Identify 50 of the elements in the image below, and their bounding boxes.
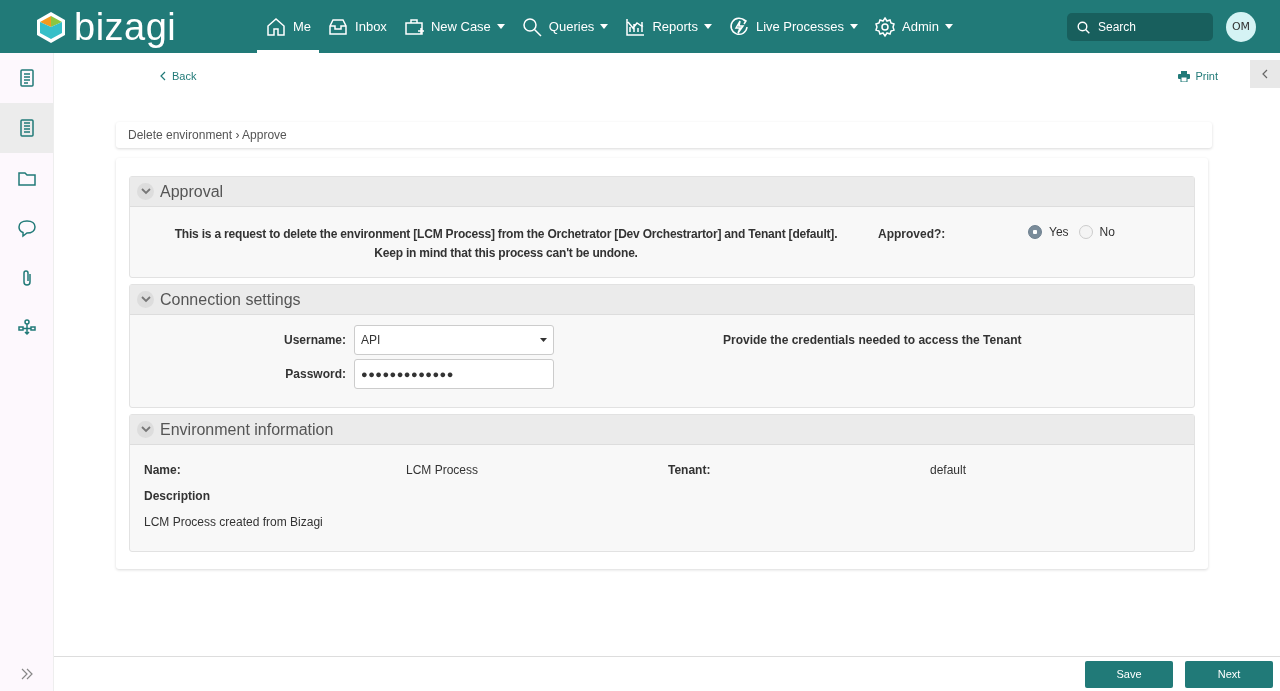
back-link[interactable]: Back [160, 68, 197, 84]
request-message: This is a request to delete the environment [LCM Process] from the Orchetrator [Dev Orchestrartor] and Tenant [default]. Keep in mind that this process can't be undone. [173, 226, 839, 262]
nav-tab[interactable]: Reports [616, 0, 720, 53]
field-label: Approved?: [878, 227, 947, 241]
field-label: Name: [144, 463, 182, 477]
collapse-panel-button[interactable] [1250, 60, 1280, 88]
lightning-icon [727, 15, 750, 38]
radio-option[interactable]: No [1078, 225, 1115, 239]
field-label: Username: [282, 333, 346, 347]
caret-icon [540, 338, 547, 342]
field-label: Password: [284, 367, 346, 381]
sidebar-item[interactable] [0, 103, 53, 153]
printer-icon [1178, 70, 1191, 82]
logo-icon [34, 9, 68, 44]
field-value: LCM Process [406, 463, 480, 477]
panel-header[interactable]: Connection settings [130, 285, 1194, 315]
nav-tab[interactable]: Inbox [319, 0, 395, 53]
home-icon [265, 15, 287, 38]
field-label: Tenant: [668, 463, 712, 477]
speech-bubble-icon [16, 218, 37, 238]
search-icon [1077, 20, 1090, 34]
diagram-icon [16, 318, 37, 338]
search-field[interactable]: Search [1067, 12, 1213, 41]
password-field[interactable]: ●●●●●●●●●●●●● [354, 359, 554, 389]
footer-button[interactable]: Save [1085, 660, 1173, 688]
chevron-icon [137, 421, 154, 438]
username-dropdown[interactable]: API [354, 325, 554, 355]
radio-option[interactable]: Yes [1028, 225, 1069, 239]
nav-tab[interactable]: Me [257, 0, 320, 53]
breadcrumb: Delete environment › Approve [128, 128, 287, 142]
search-icon [520, 15, 543, 38]
chevron-icon [137, 183, 154, 200]
footer-button[interactable]: Next [1185, 660, 1273, 688]
field-value: LCM Process created from Bizagi [144, 515, 324, 529]
panel-header[interactable]: Approval [130, 177, 1194, 207]
nav-tab[interactable]: Live Processes [719, 0, 867, 53]
user-avatar[interactable]: OM [1226, 11, 1256, 42]
chevron-left-icon [160, 71, 167, 81]
field-label: Description [144, 489, 211, 503]
nav-tab[interactable]: Queries [512, 0, 617, 53]
chevron-left-icon [1261, 69, 1269, 79]
chevron-icon [137, 291, 154, 308]
help-text: Provide the credentials needed to access the Tenant [723, 333, 1022, 347]
panel-header[interactable]: Environment information [130, 415, 1194, 445]
print-link[interactable]: Print [1178, 68, 1218, 84]
nav-tab[interactable]: New Case [394, 0, 513, 53]
nav-tab[interactable]: Admin [866, 0, 961, 53]
settings-icon [874, 15, 897, 38]
logo-text: bizagi [74, 7, 177, 46]
field-value: default [930, 463, 967, 477]
